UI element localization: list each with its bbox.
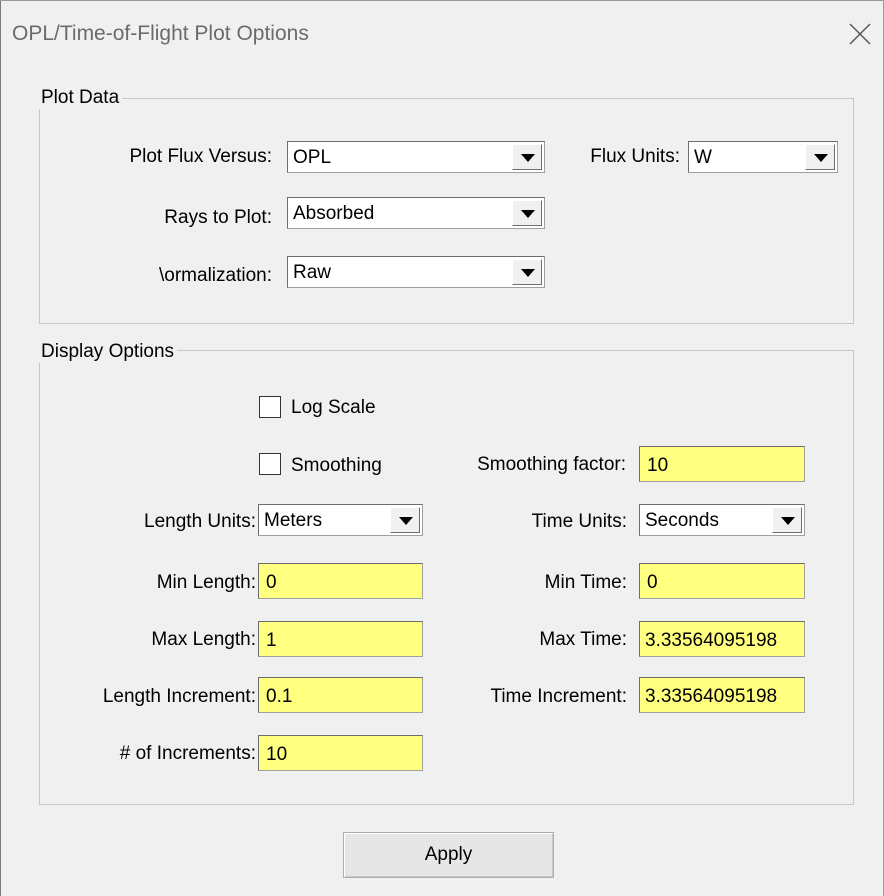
- length-units-select[interactable]: Meters: [258, 504, 423, 536]
- chevron-down-icon[interactable]: [512, 200, 542, 226]
- plot-flux-versus-label: Plot Flux Versus:: [129, 146, 272, 167]
- plot-flux-versus-select[interactable]: OPL: [287, 141, 545, 173]
- max-length-field[interactable]: [258, 621, 423, 657]
- plot-flux-versus-value: OPL: [293, 147, 332, 168]
- length-increment-label: Length Increment:: [102, 686, 256, 707]
- rays-to-plot-select[interactable]: Absorbed: [287, 197, 545, 229]
- normalization-value: Raw: [293, 262, 332, 283]
- normalization-select[interactable]: Raw: [287, 256, 545, 288]
- max-length-label: Max Length:: [151, 629, 256, 650]
- chevron-down-icon[interactable]: [772, 507, 802, 533]
- smoothing-checkbox[interactable]: [259, 453, 281, 475]
- min-length-field[interactable]: [258, 563, 423, 599]
- time-increment-field[interactable]: [639, 677, 805, 713]
- display-options-legend: Display Options: [38, 341, 178, 363]
- flux-units-label: Flux Units:: [590, 146, 680, 167]
- time-units-label: Time Units:: [531, 511, 627, 532]
- rays-to-plot-label: Rays to Plot:: [164, 207, 272, 228]
- log-scale-label: Log Scale: [291, 397, 376, 418]
- smoothing-label: Smoothing: [291, 455, 382, 476]
- flux-units-select[interactable]: W: [688, 141, 838, 173]
- window-top-border: [0, 0, 884, 1]
- smoothing-factor-field[interactable]: [639, 446, 805, 482]
- min-time-label: Min Time:: [544, 572, 627, 593]
- smoothing-factor-label: Smoothing factor:: [477, 454, 626, 475]
- flux-units-value: W: [694, 147, 712, 168]
- max-time-label: Max Time:: [539, 629, 627, 650]
- chevron-down-icon[interactable]: [512, 259, 542, 285]
- time-increment-label: Time Increment:: [490, 686, 627, 707]
- length-units-label: Length Units:: [144, 511, 256, 532]
- window-title: OPL/Time-of-Flight Plot Options: [12, 22, 309, 45]
- normalization-label: \ormalization:: [159, 265, 272, 286]
- chevron-down-icon[interactable]: [805, 144, 835, 170]
- min-length-label: Min Length:: [156, 572, 256, 593]
- length-increment-field[interactable]: [258, 677, 423, 713]
- num-increments-field[interactable]: [258, 735, 423, 771]
- min-time-field[interactable]: [639, 563, 805, 599]
- chevron-down-icon[interactable]: [512, 144, 542, 170]
- plot-data-legend: Plot Data: [38, 87, 123, 109]
- max-time-field[interactable]: [639, 621, 805, 657]
- log-scale-checkbox[interactable]: [259, 396, 281, 418]
- num-increments-label: # of Increments:: [119, 743, 256, 764]
- time-units-select[interactable]: Seconds: [639, 504, 805, 536]
- rays-to-plot-value: Absorbed: [293, 203, 375, 224]
- window-left-border: [0, 0, 1, 896]
- apply-button[interactable]: Apply: [343, 832, 554, 878]
- close-icon[interactable]: [846, 20, 874, 48]
- length-units-value: Meters: [264, 510, 323, 531]
- chevron-down-icon[interactable]: [390, 507, 420, 533]
- time-units-value: Seconds: [645, 510, 719, 531]
